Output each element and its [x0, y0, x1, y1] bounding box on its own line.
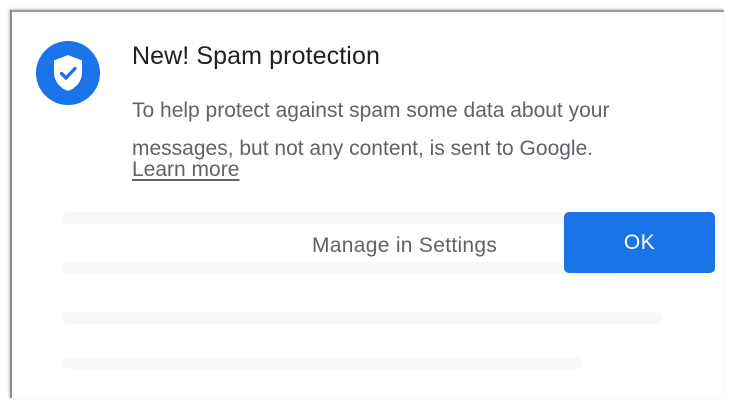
- learn-more-link[interactable]: Learn more: [132, 158, 239, 182]
- manage-in-settings-button[interactable]: Manage in Settings: [302, 226, 507, 266]
- shield-check-icon: [36, 41, 100, 105]
- shield-check-icon-svg: [54, 55, 82, 91]
- spam-protection-dialog: New! Spam protection To help protect aga…: [10, 10, 724, 398]
- dialog-title: New! Spam protection: [132, 42, 380, 70]
- background-blur: [62, 312, 662, 324]
- background-blur: [62, 357, 582, 369]
- ok-button[interactable]: OK: [564, 212, 715, 273]
- dialog-message: To help protect against spam some data a…: [132, 99, 610, 160]
